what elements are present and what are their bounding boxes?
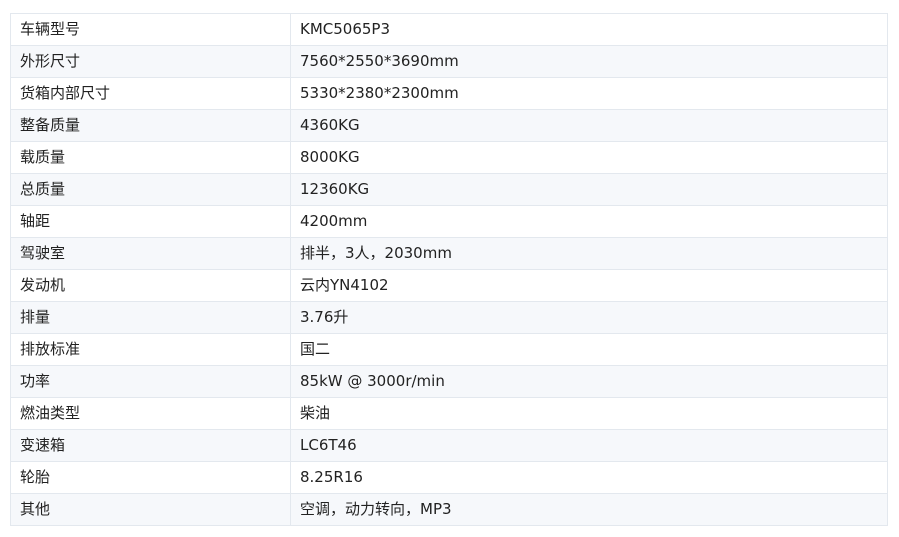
table-row: 轮胎 8.25R16 [10,461,888,494]
table-row: 变速箱 LC6T46 [10,429,888,462]
spec-label: 其他 [10,493,291,526]
spec-label: 整备质量 [10,109,291,142]
spec-label: 货箱内部尺寸 [10,77,291,110]
spec-value: 国二 [290,333,888,366]
table-row: 车辆型号 KMC5065P3 [10,13,888,46]
spec-label: 车辆型号 [10,13,291,46]
table-row: 发动机 云内YN4102 [10,269,888,302]
spec-value: 85kW @ 3000r/min [290,365,888,398]
spec-label: 载质量 [10,141,291,174]
spec-label: 外形尺寸 [10,45,291,78]
spec-label: 发动机 [10,269,291,302]
spec-value: 8.25R16 [290,461,888,494]
spec-label: 驾驶室 [10,237,291,270]
table-row: 功率 85kW @ 3000r/min [10,365,888,398]
spec-label: 燃油类型 [10,397,291,430]
spec-value: 5330*2380*2300mm [290,77,888,110]
table-row: 排放标准 国二 [10,333,888,366]
spec-value: 8000KG [290,141,888,174]
table-row: 排量 3.76升 [10,301,888,334]
spec-label: 总质量 [10,173,291,206]
spec-value: LC6T46 [290,429,888,462]
table-row: 载质量 8000KG [10,141,888,174]
table-row: 燃油类型 柴油 [10,397,888,430]
spec-label: 轮胎 [10,461,291,494]
spec-label: 变速箱 [10,429,291,462]
table-row: 总质量 12360KG [10,173,888,206]
spec-value: 排半，3人，2030mm [290,237,888,270]
table-row: 驾驶室 排半，3人，2030mm [10,237,888,270]
spec-value: 4200mm [290,205,888,238]
table-row: 整备质量 4360KG [10,109,888,142]
spec-value: 7560*2550*3690mm [290,45,888,78]
spec-value: 空调，动力转向，MP3 [290,493,888,526]
spec-label: 功率 [10,365,291,398]
spec-label: 轴距 [10,205,291,238]
spec-table: 车辆型号 KMC5065P3 外形尺寸 7560*2550*3690mm 货箱内… [10,13,888,526]
spec-label: 排放标准 [10,333,291,366]
spec-value: 4360KG [290,109,888,142]
table-row: 轴距 4200mm [10,205,888,238]
spec-value: 12360KG [290,173,888,206]
table-row: 其他 空调，动力转向，MP3 [10,493,888,526]
spec-value: 柴油 [290,397,888,430]
spec-value: 3.76升 [290,301,888,334]
spec-value: KMC5065P3 [290,13,888,46]
spec-value: 云内YN4102 [290,269,888,302]
table-row: 外形尺寸 7560*2550*3690mm [10,45,888,78]
spec-label: 排量 [10,301,291,334]
table-row: 货箱内部尺寸 5330*2380*2300mm [10,77,888,110]
